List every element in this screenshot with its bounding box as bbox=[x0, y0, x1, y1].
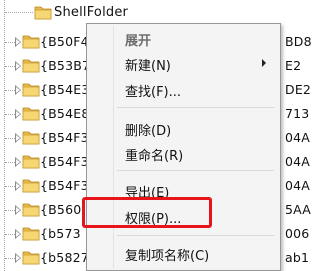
folder-icon bbox=[22, 251, 40, 265]
tree-item-label: {B54F3 bbox=[40, 130, 89, 145]
tree-connector bbox=[5, 42, 15, 43]
tree-item-label: {B54E8 bbox=[40, 106, 90, 121]
tree-item-label: {B54F3 bbox=[40, 178, 89, 193]
folder-icon bbox=[22, 227, 40, 241]
tree-item-label: {B54E3 bbox=[40, 82, 90, 97]
expand-arrow-icon[interactable] bbox=[15, 229, 21, 239]
folder-icon bbox=[22, 131, 40, 145]
tree-item-label-tail: DE2 bbox=[285, 82, 312, 97]
expand-arrow-icon[interactable] bbox=[15, 205, 21, 215]
expand-arrow-icon[interactable] bbox=[15, 37, 21, 47]
menu-item-new[interactable]: 新建(N) bbox=[89, 52, 276, 74]
folder-icon bbox=[22, 83, 40, 97]
tree-item-label-tail: ab1 bbox=[285, 250, 310, 265]
tree-item-label-tail: 5AA bbox=[285, 202, 312, 217]
menu-item-expand: 展开 bbox=[89, 27, 276, 49]
highlight-box bbox=[82, 197, 212, 228]
tree-item-label-tail: 04A bbox=[285, 154, 311, 169]
tree-item-label-tail: 713 bbox=[285, 106, 310, 121]
menu-separator bbox=[117, 235, 274, 236]
tree-connector bbox=[5, 162, 15, 163]
folder-icon bbox=[22, 35, 40, 49]
expand-arrow-icon[interactable] bbox=[15, 85, 21, 95]
tree-item-label: {b573 bbox=[40, 226, 81, 241]
menu-item-label: 复制项名称(C) bbox=[125, 249, 210, 264]
menu-separator bbox=[117, 170, 274, 171]
folder-icon bbox=[34, 6, 52, 20]
tree-item-label: {B50F4 bbox=[40, 34, 89, 49]
tree-item-label: {B53B7 bbox=[40, 58, 91, 73]
tree-connector bbox=[5, 186, 15, 187]
folder-icon bbox=[22, 107, 40, 121]
folder-icon bbox=[22, 203, 40, 217]
tree-item-label-tail: 04A bbox=[285, 178, 311, 193]
menu-separator bbox=[117, 107, 274, 108]
tree-connector bbox=[5, 258, 15, 259]
tree-connector bbox=[5, 210, 15, 211]
menu-item-rename[interactable]: 重命名(R) bbox=[89, 142, 276, 164]
context-menu: 展开 新建(N) 查找(F)... 删除(D) 重命名(R) 导出(E) 权限(… bbox=[86, 23, 281, 271]
folder-icon bbox=[22, 155, 40, 169]
folder-icon bbox=[22, 59, 40, 73]
folder-icon bbox=[22, 179, 40, 193]
tree-connector bbox=[5, 66, 15, 67]
tree-item-label-tail: BD8 bbox=[285, 34, 312, 49]
tree-item-label: {B54F3 bbox=[40, 154, 89, 169]
menu-item-find[interactable]: 查找(F)... bbox=[89, 78, 276, 100]
menu-item-label: 新建(N) bbox=[125, 59, 171, 74]
tree-item-label-tail: 04A bbox=[285, 130, 311, 145]
tree-item-label: {B560 bbox=[40, 202, 82, 217]
tree-connector bbox=[5, 114, 15, 115]
menu-item-label: 展开 bbox=[125, 34, 152, 49]
expand-arrow-icon[interactable] bbox=[15, 181, 21, 191]
tree-connector bbox=[5, 234, 15, 235]
tree-item-label-tail: 006 bbox=[285, 226, 310, 241]
menu-item-label: 重命名(R) bbox=[125, 149, 184, 164]
menu-item-label: 查找(F)... bbox=[125, 85, 182, 100]
tree-connector bbox=[5, 12, 33, 13]
menu-item-delete[interactable]: 删除(D) bbox=[89, 117, 276, 139]
tree-connector bbox=[5, 90, 15, 91]
expand-arrow-icon[interactable] bbox=[15, 133, 21, 143]
tree-item-label: ShellFolder bbox=[54, 5, 129, 20]
menu-item-label: 删除(D) bbox=[125, 124, 172, 139]
menu-item-copy-key-name[interactable]: 复制项名称(C) bbox=[89, 242, 276, 264]
tree-item-label: {b5827 bbox=[40, 250, 89, 265]
expand-arrow-icon[interactable] bbox=[15, 157, 21, 167]
submenu-arrow-icon bbox=[262, 59, 266, 67]
tree-connector bbox=[5, 138, 15, 139]
expand-arrow-icon[interactable] bbox=[15, 109, 21, 119]
expand-arrow-icon[interactable] bbox=[15, 253, 21, 263]
expand-arrow-icon[interactable] bbox=[15, 61, 21, 71]
tree-item-label-tail: E2 bbox=[285, 58, 302, 73]
